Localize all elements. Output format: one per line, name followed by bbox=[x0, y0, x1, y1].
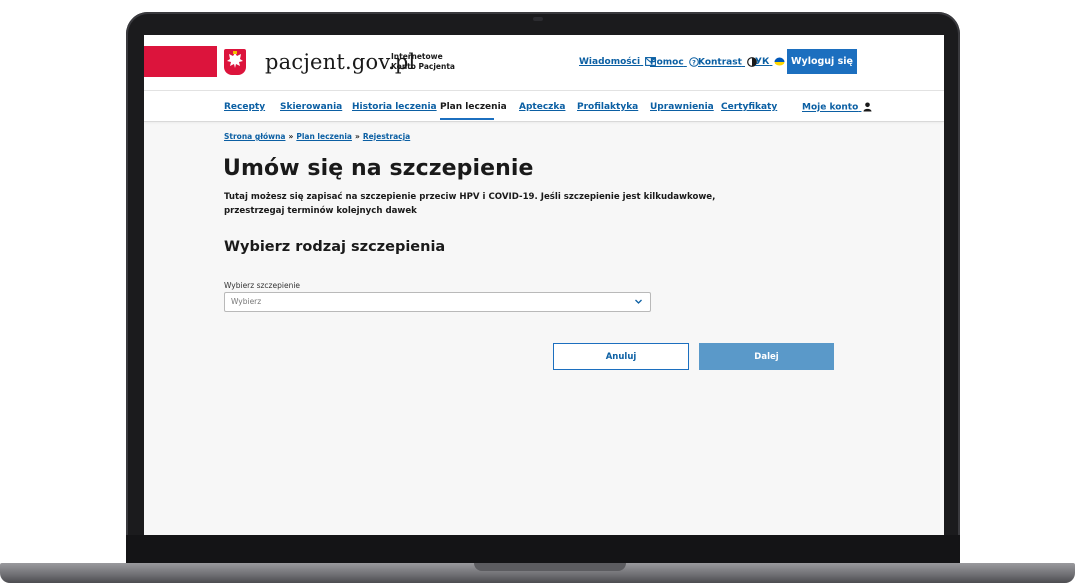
nav-item-moje-konto[interactable]: Moje konto bbox=[802, 102, 872, 113]
nav-item-uprawnienia[interactable]: Uprawnienia bbox=[650, 102, 714, 112]
nav-item-plan-leczenia[interactable]: Plan leczenia bbox=[440, 102, 507, 112]
intro-text: Tutaj możesz się zapisać na szczepienie … bbox=[224, 192, 716, 216]
webcam bbox=[533, 17, 543, 21]
messages-link[interactable]: Wiadomości bbox=[579, 57, 657, 67]
site-header: pacjent.gov.pl Internetowe Konto Pacjent… bbox=[144, 35, 944, 91]
page-title: Umów się na szczepienie bbox=[223, 156, 534, 181]
site-subtitle-line2: Konto Pacjenta bbox=[391, 62, 455, 71]
section-title: Wybierz rodzaj szczepienia bbox=[224, 239, 446, 255]
nav-item-moje-konto-label: Moje konto bbox=[802, 102, 859, 113]
polish-flag-stripe bbox=[144, 46, 217, 77]
nav-item-skierowania[interactable]: Skierowania bbox=[280, 102, 342, 112]
active-tab-indicator bbox=[440, 118, 494, 120]
breadcrumb-home[interactable]: Strona główna bbox=[224, 132, 285, 141]
nav-item-certyfikaty[interactable]: Certyfikaty bbox=[721, 102, 777, 112]
help-link-label: Pomoc bbox=[650, 57, 684, 68]
contrast-link[interactable]: Kontrast bbox=[698, 57, 757, 68]
help-link[interactable]: Pomoc ? bbox=[650, 57, 699, 68]
browser-screen: pacjent.gov.pl Internetowe Konto Pacjent… bbox=[144, 35, 944, 535]
cancel-button[interactable]: Anuluj bbox=[553, 343, 689, 370]
contrast-link-label: Kontrast bbox=[698, 57, 742, 68]
breadcrumb-rejestracja[interactable]: Rejestracja bbox=[363, 132, 410, 141]
breadcrumb: Strona główna» Plan leczenia» Rejestracja bbox=[224, 132, 410, 141]
language-link[interactable]: УК bbox=[755, 57, 785, 67]
messages-link-label: Wiadomości bbox=[579, 57, 641, 67]
laptop-bezel-bottom bbox=[126, 535, 960, 564]
main-nav: Recepty Skierowania Historia leczenia Pl… bbox=[144, 91, 944, 122]
vaccine-select-placeholder: Wybierz bbox=[231, 297, 262, 306]
user-icon bbox=[863, 102, 872, 112]
nav-item-apteczka[interactable]: Apteczka bbox=[519, 102, 565, 112]
site-subtitle: Internetowe Konto Pacjenta bbox=[391, 52, 455, 72]
nav-item-historia-leczenia[interactable]: Historia leczenia bbox=[352, 102, 437, 112]
logout-button[interactable]: Wyloguj się bbox=[787, 49, 857, 74]
vaccine-select-label: Wybierz szczepienie bbox=[224, 281, 301, 290]
svg-text:?: ? bbox=[692, 59, 696, 67]
eagle-emblem-icon bbox=[224, 49, 246, 75]
ukraine-flag-icon bbox=[774, 57, 785, 66]
language-link-label: УК bbox=[755, 57, 770, 67]
chevron-down-icon bbox=[635, 299, 642, 304]
nav-item-recepty[interactable]: Recepty bbox=[224, 102, 265, 112]
nav-item-profilaktyka[interactable]: Profilaktyka bbox=[577, 102, 638, 112]
vaccine-select[interactable]: Wybierz bbox=[224, 292, 651, 312]
next-button[interactable]: Dalej bbox=[699, 343, 834, 370]
laptop-base-notch bbox=[474, 563, 626, 571]
site-subtitle-line1: Internetowe bbox=[391, 52, 443, 61]
breadcrumb-separator: » bbox=[354, 132, 360, 141]
breadcrumb-separator: » bbox=[288, 132, 294, 141]
breadcrumb-plan-leczenia[interactable]: Plan leczenia bbox=[296, 132, 352, 141]
